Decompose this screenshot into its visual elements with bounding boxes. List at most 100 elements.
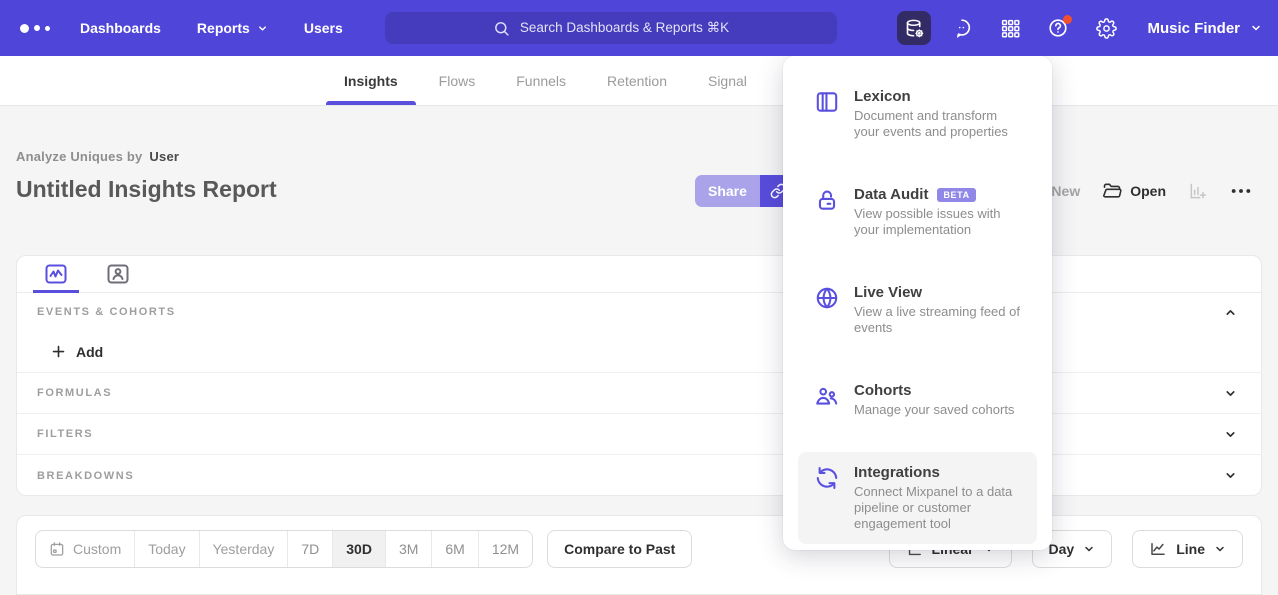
- more-options-button[interactable]: [1230, 187, 1252, 195]
- calendar-icon: [49, 541, 65, 557]
- folder-icon: [1102, 181, 1122, 201]
- tab-funnels[interactable]: Funnels: [516, 56, 566, 105]
- help-button[interactable]: [1041, 11, 1075, 45]
- nav-item-reports[interactable]: Reports: [197, 20, 268, 36]
- page-title[interactable]: Untitled Insights Report: [16, 176, 277, 203]
- interval-label: Day: [1049, 541, 1075, 557]
- users-view-tab[interactable]: [95, 256, 141, 292]
- range-7d[interactable]: 7D: [288, 531, 333, 567]
- chevron-down-icon: [1224, 387, 1237, 400]
- menu-item-title: Data Audit: [854, 186, 928, 203]
- chevron-down-icon: [257, 23, 268, 34]
- section-label: BREAKDOWNS: [37, 470, 134, 482]
- subtitle-entity[interactable]: User: [149, 149, 179, 164]
- range-today[interactable]: Today: [135, 531, 199, 567]
- beta-badge: BETA: [937, 188, 975, 202]
- chevron-down-icon: [1250, 22, 1262, 34]
- tab-insights[interactable]: Insights: [344, 56, 398, 105]
- add-event-button[interactable]: Add: [17, 331, 1261, 373]
- settings-button[interactable]: [1089, 11, 1123, 45]
- section-label: EVENTS & COHORTS: [37, 306, 176, 318]
- add-label: Add: [76, 344, 103, 360]
- new-report-button[interactable]: New: [1051, 183, 1080, 199]
- chart-add-icon: [1188, 181, 1208, 201]
- menu-item-title: Lexicon: [854, 88, 911, 105]
- data-management-button[interactable]: [897, 11, 931, 45]
- events-view-tab[interactable]: [33, 256, 79, 292]
- integrations-sync-icon: [814, 464, 840, 532]
- range-30d[interactable]: 30D: [333, 531, 386, 567]
- share-button[interactable]: Share: [695, 175, 760, 207]
- chevron-up-icon: [1224, 306, 1237, 319]
- plus-icon: [51, 344, 66, 359]
- menu-item-data-audit[interactable]: Data Audit BETA View possible issues wit…: [798, 174, 1037, 250]
- menu-item-title: Live View: [854, 284, 922, 301]
- section-events-cohorts[interactable]: EVENTS & COHORTS: [17, 293, 1261, 331]
- section-filters[interactable]: FILTERS: [17, 414, 1261, 455]
- nav-item-users[interactable]: Users: [304, 20, 343, 36]
- tab-retention[interactable]: Retention: [607, 56, 667, 105]
- chat-bubble-icon: [951, 17, 973, 39]
- chart-toolbar-card: Custom Today Yesterday 7D 30D 3M 6M 12M …: [16, 515, 1262, 595]
- nav-label: Users: [304, 20, 343, 36]
- notification-dot: [1063, 15, 1072, 24]
- range-6m[interactable]: 6M: [432, 531, 478, 567]
- search-placeholder: Search Dashboards & Reports ⌘K: [520, 20, 729, 36]
- query-builder-panel: EVENTS & COHORTS Add FORMULAS FILTERS BR…: [16, 255, 1262, 496]
- project-selector[interactable]: Music Finder: [1147, 20, 1262, 37]
- range-yesterday[interactable]: Yesterday: [200, 531, 289, 567]
- menu-item-live-view[interactable]: Live View View a live streaming feed of …: [798, 272, 1037, 348]
- search-input[interactable]: Search Dashboards & Reports ⌘K: [385, 12, 837, 44]
- tab-signal[interactable]: Signal: [708, 56, 747, 105]
- top-navigation-bar: Dashboards Reports Users Search Dashboar…: [0, 0, 1278, 56]
- grid-icon: [1000, 18, 1021, 39]
- report-actions: New Open: [1051, 177, 1252, 205]
- range-label: Custom: [73, 541, 121, 557]
- nav-label: Dashboards: [80, 20, 161, 36]
- data-audit-lock-icon: [814, 186, 840, 238]
- report-subtitle: Analyze Uniques byUser: [16, 149, 179, 164]
- tab-flows[interactable]: Flows: [439, 56, 476, 105]
- nav-label: Reports: [197, 20, 250, 36]
- builder-view-tabs: [17, 256, 1261, 293]
- menu-item-title: Cohorts: [854, 382, 912, 399]
- search-icon: [493, 20, 510, 37]
- report-tabbar: Insights Flows Funnels Retention Signal …: [0, 56, 1278, 106]
- nav-item-dashboards[interactable]: Dashboards: [80, 20, 161, 36]
- activity-chart-icon: [44, 262, 68, 286]
- section-label: FILTERS: [37, 428, 93, 440]
- section-formulas[interactable]: FORMULAS: [17, 373, 1261, 414]
- topnav-right-controls: Music Finder: [897, 0, 1262, 56]
- feedback-button[interactable]: [945, 11, 979, 45]
- database-gear-icon: [904, 18, 925, 39]
- range-12m[interactable]: 12M: [479, 531, 532, 567]
- section-label: FORMULAS: [37, 387, 112, 399]
- apps-grid-button[interactable]: [993, 11, 1027, 45]
- range-custom[interactable]: Custom: [36, 531, 135, 567]
- open-report-button[interactable]: Open: [1102, 181, 1166, 201]
- live-view-globe-icon: [814, 284, 840, 336]
- chevron-down-icon: [1083, 543, 1095, 555]
- lexicon-book-icon: [814, 88, 840, 140]
- chart-type-label: Line: [1176, 541, 1205, 557]
- chart-type-select[interactable]: Line: [1132, 530, 1243, 568]
- project-name: Music Finder: [1147, 20, 1240, 37]
- section-breakdowns[interactable]: BREAKDOWNS: [17, 455, 1261, 496]
- menu-item-cohorts[interactable]: Cohorts Manage your saved cohorts: [798, 370, 1037, 430]
- mixpanel-logo[interactable]: [20, 24, 56, 33]
- menu-item-integrations[interactable]: Integrations Connect Mixpanel to a data …: [798, 452, 1037, 544]
- save-as-template-button[interactable]: [1188, 181, 1208, 201]
- compare-to-past-button[interactable]: Compare to Past: [547, 530, 692, 568]
- more-horizontal-icon: [1230, 187, 1252, 195]
- menu-item-description: View possible issues with your implement…: [854, 206, 1021, 238]
- menu-item-description: Document and transform your events and p…: [854, 108, 1021, 140]
- menu-item-lexicon[interactable]: Lexicon Document and transform your even…: [798, 76, 1037, 152]
- chevron-down-icon: [1214, 543, 1226, 555]
- range-3m[interactable]: 3M: [386, 531, 432, 567]
- menu-item-description: Manage your saved cohorts: [854, 402, 1014, 418]
- menu-item-description: Connect Mixpanel to a data pipeline or c…: [854, 484, 1021, 532]
- menu-item-title: Integrations: [854, 464, 940, 481]
- person-icon: [106, 262, 130, 286]
- cohorts-people-icon: [814, 382, 840, 418]
- open-label: Open: [1130, 183, 1166, 199]
